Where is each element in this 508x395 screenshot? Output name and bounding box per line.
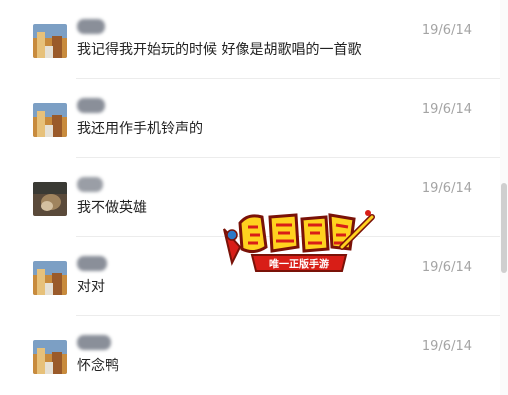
username-blurred xyxy=(77,335,111,350)
comment-date: 19/6/14 xyxy=(421,339,472,354)
comment-text: 我记得我开始玩的时候 好像是胡歌唱的一首歌 xyxy=(77,42,362,58)
comment-item: 我还用作手机铃声的 19/6/14 xyxy=(0,79,500,158)
comment-date: 19/6/14 xyxy=(421,260,472,275)
comment-date: 19/6/14 xyxy=(421,102,472,117)
comment-text: 对对 xyxy=(77,279,105,295)
username-blurred xyxy=(77,256,107,271)
avatar[interactable] xyxy=(33,24,67,58)
comment-item: 我记得我开始玩的时候 好像是胡歌唱的一首歌 19/6/14 xyxy=(0,0,500,79)
avatar[interactable] xyxy=(33,261,67,295)
comment-item: 怀念鸭 19/6/14 xyxy=(0,316,500,395)
scrollbar-thumb[interactable] xyxy=(501,183,507,273)
game-logo-watermark: 唯一正版手游 xyxy=(218,203,378,283)
logo-slogan: 唯一正版手游 xyxy=(269,258,329,271)
avatar[interactable] xyxy=(33,340,67,374)
avatar[interactable] xyxy=(33,103,67,137)
comment-text: 我不做英雄 xyxy=(77,200,147,216)
username-blurred xyxy=(77,177,103,192)
comment-list: 我记得我开始玩的时候 好像是胡歌唱的一首歌 19/6/14 我还用作手机铃声的 … xyxy=(0,0,500,395)
comment-text: 我还用作手机铃声的 xyxy=(77,121,203,137)
avatar[interactable] xyxy=(33,182,67,216)
username-blurred xyxy=(77,98,105,113)
scrollbar-track[interactable] xyxy=(500,0,508,395)
username-blurred xyxy=(77,19,105,34)
comment-text: 怀念鸭 xyxy=(77,358,119,374)
comment-date: 19/6/14 xyxy=(421,23,472,38)
comment-date: 19/6/14 xyxy=(421,181,472,196)
